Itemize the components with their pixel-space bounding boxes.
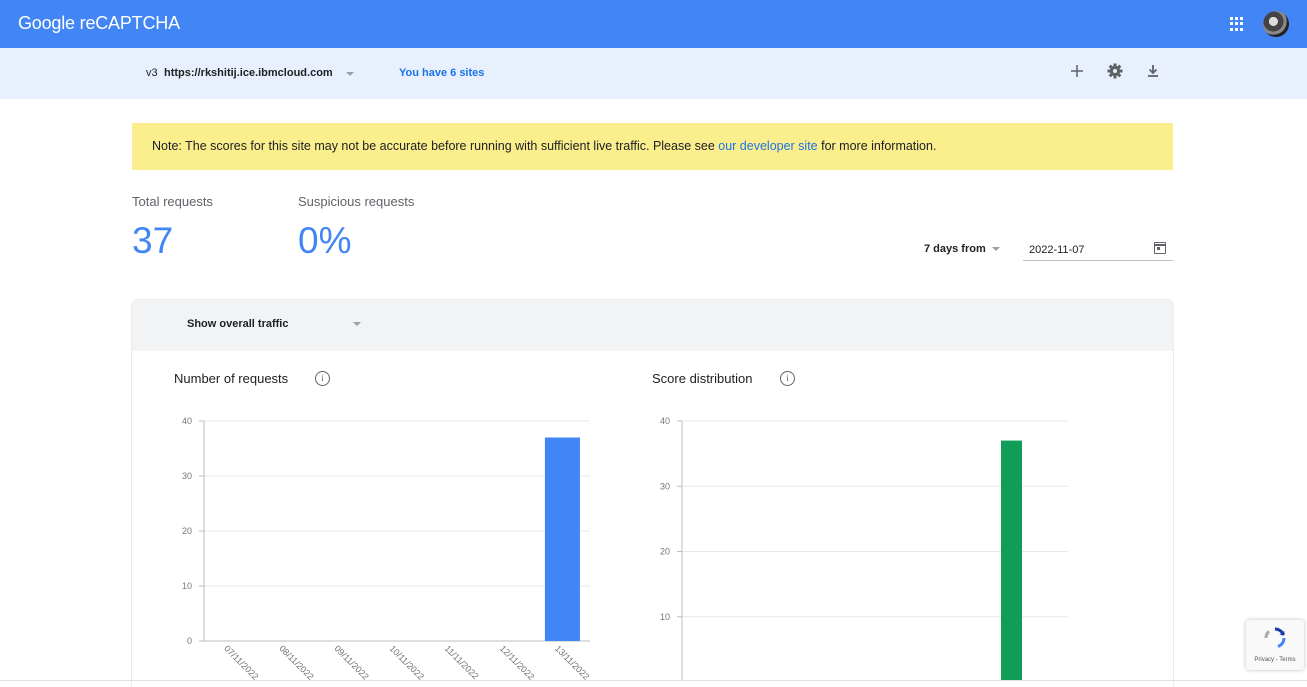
info-icon[interactable]: i [780, 371, 795, 386]
download-icon[interactable] [1143, 61, 1163, 81]
version-label: v3 [146, 67, 158, 79]
calendar-icon[interactable] [1154, 242, 1166, 254]
suspicious-requests-label: Suspicious requests [298, 194, 415, 209]
sites-count-link[interactable]: You have 6 sites [399, 67, 484, 79]
panel-header: Show overall traffic [132, 300, 1173, 351]
total-requests-label: Total requests [132, 194, 213, 209]
brand-google: Google [18, 13, 75, 33]
add-icon[interactable] [1067, 61, 1087, 81]
apps-grid-icon[interactable] [1230, 17, 1244, 31]
chevron-down-icon[interactable] [992, 247, 1000, 251]
recaptcha-badge[interactable]: Privacy - Terms [1246, 620, 1304, 670]
chevron-down-icon[interactable] [353, 322, 361, 326]
chevron-down-icon[interactable] [346, 72, 354, 76]
developer-site-link[interactable]: our developer site [718, 139, 817, 153]
suspicious-requests-value: 0% [298, 220, 352, 261]
site-bar: v3 https://rkshitij.ice.ibmcloud.com You… [0, 48, 1307, 99]
chart-title-scores: Score distribution [652, 371, 753, 386]
date-value: 2022-11-07 [1029, 244, 1085, 256]
accuracy-note-banner: Note: The scores for this site may not b… [132, 123, 1173, 170]
avatar[interactable] [1263, 11, 1289, 37]
recaptcha-terms[interactable]: Privacy - Terms [1246, 657, 1304, 663]
page-bottom-divider [0, 680, 1307, 681]
traffic-panel: Show overall traffic [132, 300, 1173, 687]
date-field[interactable]: 2022-11-07 [1023, 237, 1173, 261]
note-text: Note: The scores for this site may not b… [152, 139, 937, 153]
brand-logo[interactable]: Google reCAPTCHA [18, 13, 180, 34]
info-icon[interactable]: i [315, 371, 330, 386]
brand-product: reCAPTCHA [79, 13, 180, 33]
top-app-bar: Google reCAPTCHA [0, 0, 1307, 48]
recaptcha-logo-icon [1264, 627, 1286, 648]
range-selector[interactable]: 7 days from [924, 243, 986, 255]
site-selector[interactable]: https://rkshitij.ice.ibmcloud.com [164, 67, 333, 79]
gear-icon[interactable] [1105, 61, 1125, 81]
traffic-selector[interactable]: Show overall traffic [187, 318, 288, 330]
total-requests-value: 37 [132, 220, 174, 261]
chart-title-requests: Number of requests [174, 371, 289, 386]
